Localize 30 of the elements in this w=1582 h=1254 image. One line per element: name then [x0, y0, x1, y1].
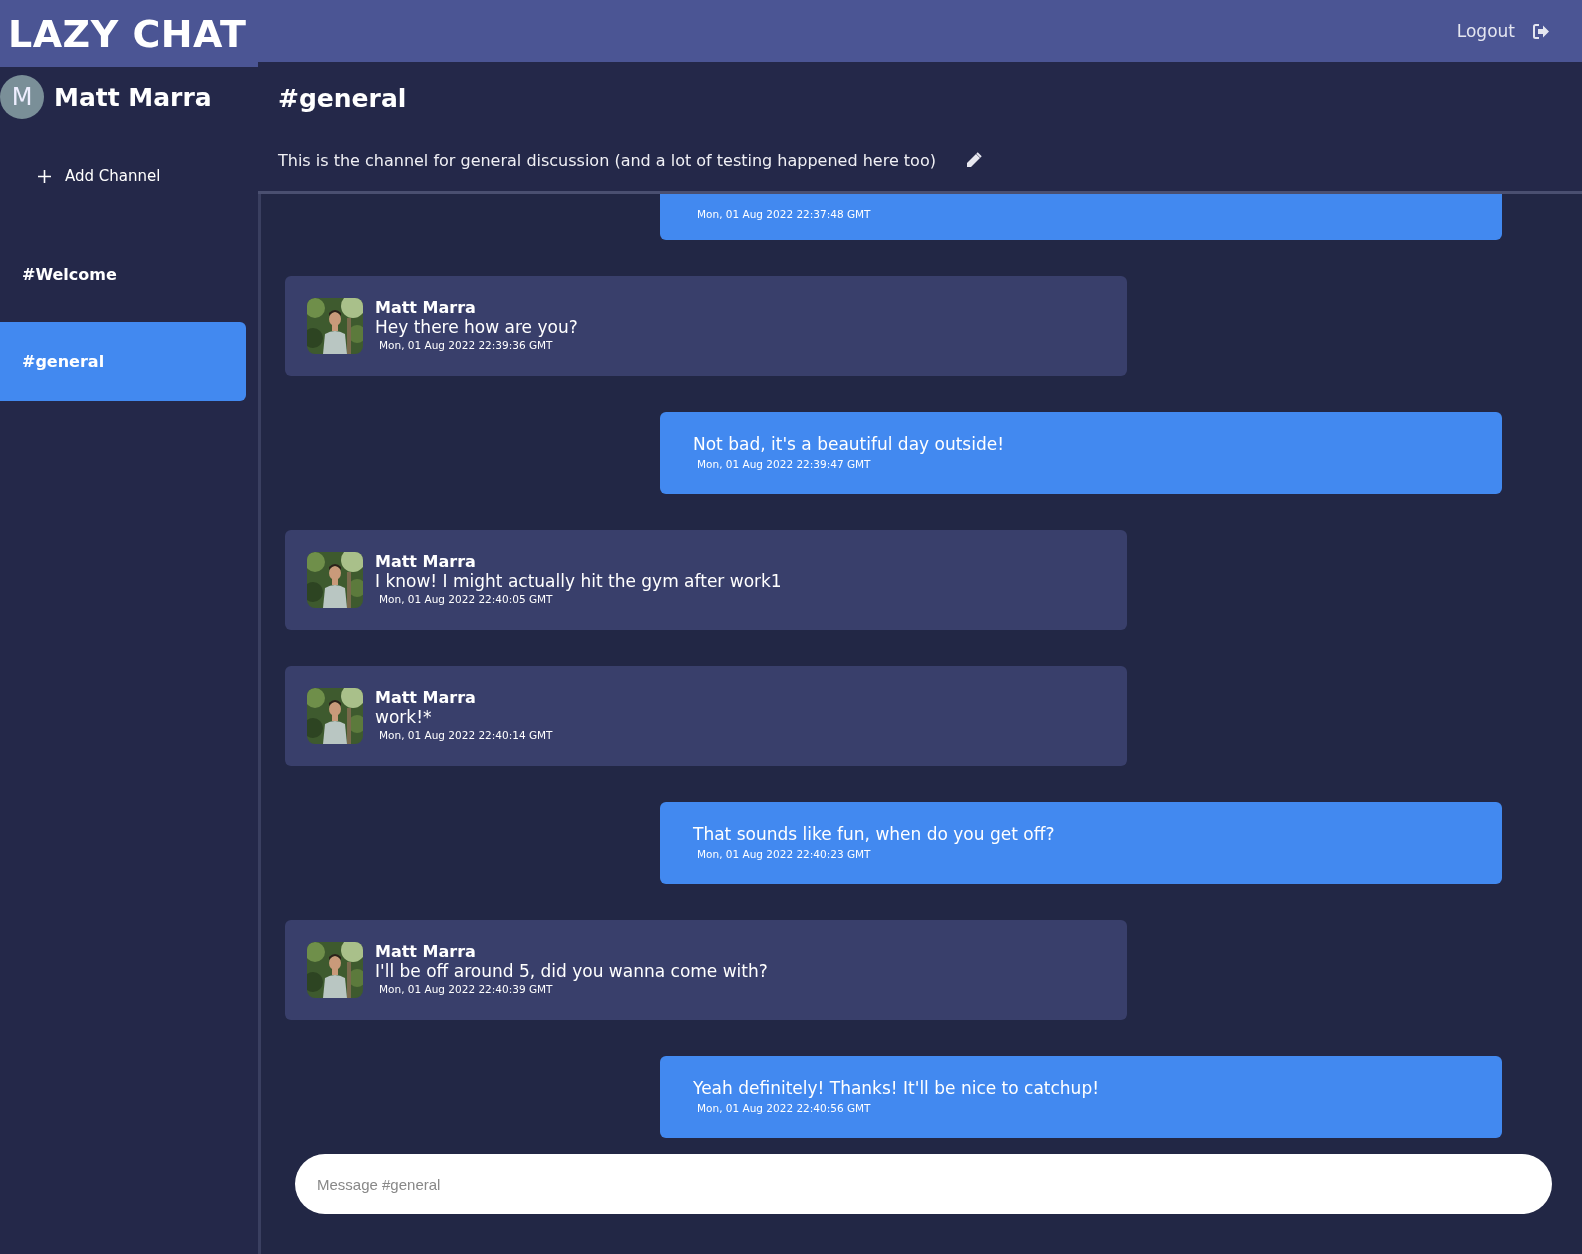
message-time: Mon, 01 Aug 2022 22:40:56 GMT: [697, 1102, 872, 1114]
message-time: Mon, 01 Aug 2022 22:39:36 GMT: [379, 339, 554, 351]
channel-description: This is the channel for general discussion (and a lot of testing happened here too): [278, 151, 936, 170]
user-avatar: M: [0, 75, 44, 119]
message-text: Hey there how are you?: [375, 317, 578, 337]
message-text: Yeah definitely! Thanks! It'll be nice to catchup!: [693, 1078, 1100, 1098]
user-name: Matt Marra: [54, 82, 212, 112]
message-time: Mon, 01 Aug 2022 22:40:05 GMT: [379, 593, 554, 605]
logout-button[interactable]: Logout: [1456, 21, 1550, 41]
message-time: Mon, 01 Aug 2022 22:40:14 GMT: [379, 729, 553, 741]
plus-icon: [38, 169, 51, 183]
message-time: Mon, 01 Aug 2022 22:37:48 GMT: [697, 208, 872, 220]
author-name: Matt Marra: [375, 552, 477, 571]
message-time: Mon, 01 Aug 2022 22:39:47 GMT: [697, 458, 872, 470]
message-time: Mon, 01 Aug 2022 22:40:39 GMT: [379, 983, 554, 995]
author-name: Matt Marra: [375, 688, 477, 707]
author-name: Matt Marra: [375, 298, 477, 317]
message-text: I know! I might actually hit the gym after work1: [375, 571, 782, 591]
author-name: Matt Marra: [375, 942, 477, 961]
message-text: Not bad, it's a beautiful day outside!: [693, 434, 1005, 454]
channel-title: #general: [278, 84, 408, 113]
message-time: Mon, 01 Aug 2022 22:40:23 GMT: [697, 848, 872, 860]
logout-icon: [1533, 23, 1550, 39]
message-input[interactable]: Message #general: [295, 1154, 1552, 1214]
message-text: That sounds like fun, when do you get off?: [693, 824, 1056, 844]
add-channel-button[interactable]: Add Channel: [34, 163, 165, 189]
message-text: work!*: [375, 707, 433, 727]
app-title: LAZY CHAT: [8, 11, 247, 56]
channel-item[interactable]: #Welcome: [0, 235, 246, 314]
message-text: I'll be off around 5, did you wanna come with?: [375, 961, 768, 981]
